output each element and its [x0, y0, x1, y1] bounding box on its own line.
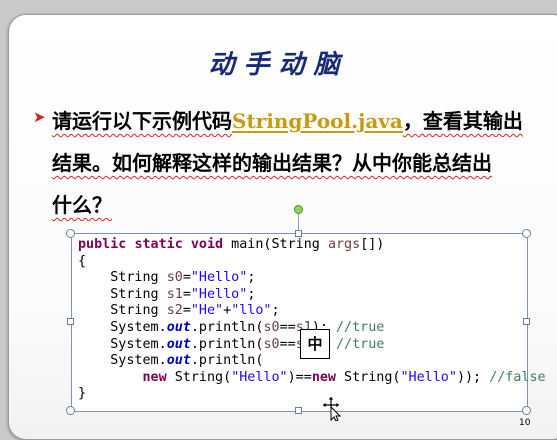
stringpool-link[interactable]: StringPool.java [232, 109, 403, 133]
code-image-box[interactable]: public static void main(String args[]) {… [71, 233, 546, 412]
code-block: public static void main(String args[]) {… [78, 237, 546, 402]
resize-handle-bottom[interactable] [295, 407, 302, 414]
arrowhead-bullet-icon: ➤ [33, 108, 46, 126]
resize-handle-bottom-left[interactable] [66, 406, 75, 415]
page-number: 10 [519, 418, 531, 428]
move-cursor-icon [322, 395, 342, 421]
resize-handle-bottom-right[interactable] [522, 406, 531, 415]
resize-handle-top-left[interactable] [66, 229, 75, 238]
bullet-line2: 结果。如何解释这样的输出结果？从中你能总结出 [52, 151, 492, 175]
resize-handle-right[interactable] [523, 318, 530, 325]
ime-indicator[interactable]: 中 [300, 329, 330, 359]
bullet-line1-rest: ，查看其输出 [402, 109, 523, 133]
resize-handle-top[interactable] [295, 230, 302, 237]
resize-handle-top-right[interactable] [522, 229, 531, 238]
bullet-prefix: 请运行以下示例代码 [52, 109, 232, 133]
slide-title: 动手动脑 [208, 50, 349, 80]
resize-handle-left[interactable] [67, 318, 74, 325]
bullet-line3: 什么？ [52, 193, 112, 217]
rotate-handle-icon[interactable] [294, 205, 303, 214]
